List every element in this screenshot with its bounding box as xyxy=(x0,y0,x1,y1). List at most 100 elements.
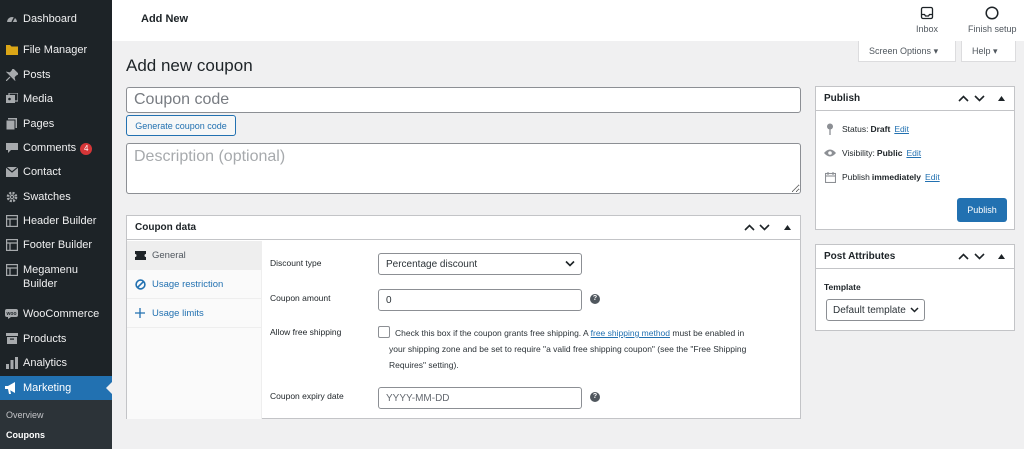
chevron-down-icon xyxy=(565,259,575,270)
free-shipping-method-link[interactable]: free shipping method xyxy=(591,328,670,338)
sidebar-item-marketing[interactable]: Marketing xyxy=(0,376,112,400)
dashboard-icon xyxy=(5,12,18,25)
help-button[interactable]: Help ▾ xyxy=(961,41,1016,62)
sidebar-item-label: WooCommerce xyxy=(23,308,100,320)
admin-sidebar: Dashboard File Manager Posts Media Pages… xyxy=(0,0,112,449)
help-tip-icon[interactable]: ? xyxy=(590,392,600,402)
sidebar-item-swatches[interactable]: Swatches xyxy=(0,185,112,209)
publish-header: Publish xyxy=(816,87,1014,111)
tab-label: Usage restriction xyxy=(152,279,224,290)
comment-icon xyxy=(5,141,18,154)
sidebar-item-pages[interactable]: Pages xyxy=(0,112,112,136)
publish-title: Publish xyxy=(824,93,861,104)
pin-icon xyxy=(5,68,18,81)
finish-setup-label: Finish setup xyxy=(968,24,1017,34)
sidebar-item-label: Posts xyxy=(23,69,51,81)
sidebar-item-label: Products xyxy=(23,333,67,345)
marketing-submenu: Overview Coupons xyxy=(0,400,112,449)
post-attributes-panel: Post Attributes Template Default templat… xyxy=(815,244,1015,331)
expiry-date-input[interactable]: YYYY-MM-DD xyxy=(378,387,582,409)
sidebar-item-label: Contact xyxy=(23,166,61,178)
coupon-data-title: Coupon data xyxy=(135,222,197,233)
sidebar-item-label: Megamenu Builder xyxy=(23,264,79,290)
move-down-icon[interactable] xyxy=(755,218,773,236)
top-bar: Add New Inbox Finish setup xyxy=(112,0,1024,41)
restriction-icon xyxy=(134,278,146,290)
visibility-label: Visibility: xyxy=(842,148,875,158)
sidebar-item-header-builder[interactable]: Header Builder xyxy=(0,209,112,233)
publish-button[interactable]: Publish xyxy=(957,198,1007,222)
sidebar-item-footer-builder[interactable]: Footer Builder xyxy=(0,233,112,257)
template-value: Default template xyxy=(833,305,906,316)
bar-chart-icon xyxy=(5,356,18,369)
sidebar-item-label: Marketing xyxy=(23,382,72,394)
megaphone-icon xyxy=(5,381,18,394)
discount-type-select[interactable]: Percentage discount xyxy=(378,253,582,275)
template-label: Template xyxy=(824,282,861,292)
inbox-button[interactable]: Inbox xyxy=(916,6,938,34)
tab-usage-restriction[interactable]: Usage restriction xyxy=(127,270,262,299)
sidebar-item-label: Swatches xyxy=(23,191,71,203)
sidebar-item-products[interactable]: Products xyxy=(0,327,112,351)
move-down-icon[interactable] xyxy=(970,89,988,107)
discount-type-label: Discount type xyxy=(270,258,322,268)
edit-publish-date-link[interactable]: Edit xyxy=(925,172,940,182)
caret-down-icon: ▾ xyxy=(993,45,998,56)
sidebar-item-label: File Manager xyxy=(23,44,88,56)
coupon-data-tabs: General Usage restriction Usage limits xyxy=(127,241,262,419)
sidebar-item-label: Media xyxy=(23,93,53,105)
archive-icon xyxy=(5,332,18,345)
expiry-date-label: Coupon expiry date xyxy=(270,391,344,401)
sidebar-item-megamenu-builder[interactable]: Megamenu Builder xyxy=(0,258,112,290)
sidebar-item-woocommerce[interactable]: woo WooCommerce xyxy=(0,302,112,326)
sidebar-item-comments[interactable]: Comments 4 xyxy=(0,136,112,160)
sidebar-item-analytics[interactable]: Analytics xyxy=(0,351,112,375)
sidebar-item-contact[interactable]: Contact xyxy=(0,160,112,184)
collapse-toggle-icon[interactable] xyxy=(992,247,1010,265)
coupon-data-header: Coupon data xyxy=(127,216,800,240)
generate-coupon-code-button[interactable]: Generate coupon code xyxy=(126,115,236,136)
submenu-item-overview[interactable]: Overview xyxy=(6,410,44,420)
pin-icon xyxy=(824,123,836,135)
sidebar-item-label: Header Builder xyxy=(23,215,97,227)
top-bar-title: Add New xyxy=(141,13,189,25)
help-tip-icon[interactable]: ? xyxy=(590,294,600,304)
tab-general[interactable]: General xyxy=(127,241,262,270)
caret-down-icon: ▾ xyxy=(933,45,939,56)
inbox-label: Inbox xyxy=(916,24,939,34)
eye-icon xyxy=(824,147,836,159)
edit-status-link[interactable]: Edit xyxy=(894,124,909,134)
collapse-toggle-icon[interactable] xyxy=(992,89,1010,107)
submenu-item-coupons[interactable]: Coupons xyxy=(6,430,45,440)
finish-setup-button[interactable]: Finish setup xyxy=(968,6,1017,34)
edit-visibility-link[interactable]: Edit xyxy=(906,148,921,158)
post-attributes-header: Post Attributes xyxy=(816,245,1014,269)
move-down-icon[interactable] xyxy=(970,247,988,265)
description-textarea[interactable] xyxy=(126,143,801,194)
free-shipping-label: Allow free shipping xyxy=(270,327,342,337)
collapse-toggle-icon[interactable] xyxy=(778,218,796,236)
tab-label: Usage limits xyxy=(152,308,204,319)
sidebar-item-media[interactable]: Media xyxy=(0,87,112,111)
builder-icon xyxy=(5,238,18,251)
gear-icon xyxy=(5,190,18,203)
sidebar-item-posts[interactable]: Posts xyxy=(0,63,112,87)
coupon-amount-input[interactable]: 0 xyxy=(378,289,582,311)
coupon-code-input[interactable] xyxy=(126,87,801,113)
screen-options-button[interactable]: Screen Options ▾ xyxy=(858,41,956,62)
woo-icon: woo xyxy=(5,307,18,320)
sidebar-item-label: Comments 4 xyxy=(23,141,93,155)
sidebar-item-file-manager[interactable]: File Manager xyxy=(0,38,112,62)
inbox-icon xyxy=(920,6,934,20)
tab-usage-limits[interactable]: Usage limits xyxy=(127,299,262,328)
visibility-value: Public xyxy=(876,148,903,158)
mail-icon xyxy=(5,165,18,178)
chevron-down-icon xyxy=(910,305,919,316)
sidebar-item-dashboard[interactable]: Dashboard xyxy=(0,7,112,31)
tab-label: General xyxy=(152,250,186,261)
page-title: Add new coupon xyxy=(126,56,253,75)
help-label: Help xyxy=(972,46,991,56)
template-select[interactable]: Default template xyxy=(826,299,925,321)
folder-icon xyxy=(5,43,18,56)
builder-icon xyxy=(5,263,18,276)
